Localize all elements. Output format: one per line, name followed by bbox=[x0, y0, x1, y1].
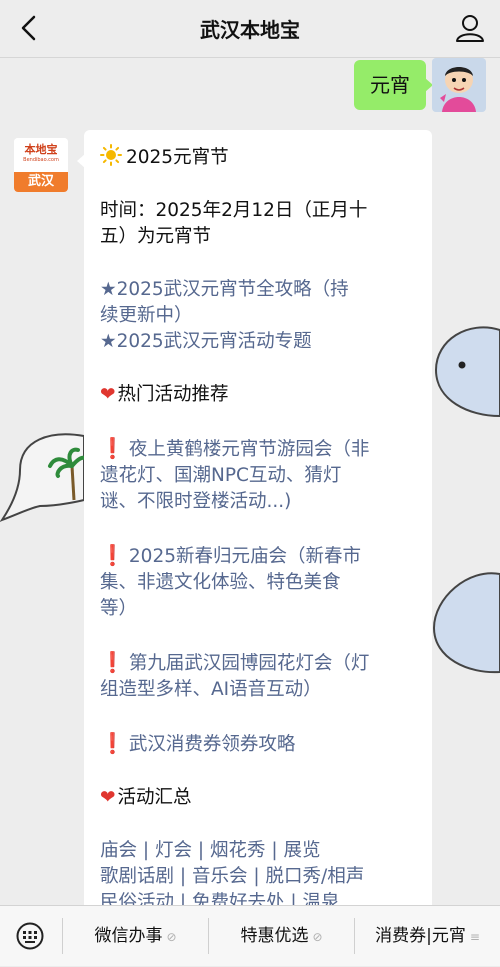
exclamation-icon: ❗ bbox=[100, 731, 125, 755]
event2-link-line1[interactable]: ❗ 2025新春归元庙会（新春市 bbox=[100, 542, 432, 570]
event1-text-1: 夜上黄鹤楼元宵节游园会（非 bbox=[128, 439, 370, 460]
link-icon: ⊘ bbox=[166, 930, 177, 944]
voucher-guide-link[interactable]: ❗ 武汉消费券领券攻略 bbox=[100, 730, 432, 758]
summary-links-line2[interactable]: 歌剧话剧 | 音乐会 | 脱口秀/相声 bbox=[100, 864, 432, 890]
ghost-right-bottom-illustration bbox=[432, 572, 500, 674]
outgoing-message-bubble[interactable]: 元宵 bbox=[354, 60, 433, 110]
logo-brand-text: 本地宝 bbox=[24, 143, 58, 156]
page-title: 武汉本地宝 bbox=[200, 18, 300, 42]
event3-link-line2[interactable]: 组造型多样、AI语音互动） bbox=[100, 677, 432, 703]
event1-link-line3[interactable]: 谜、不限时登楼活动...) bbox=[100, 489, 432, 515]
exclamation-icon: ❗ bbox=[100, 543, 125, 567]
heart-icon: ❤ bbox=[100, 384, 116, 405]
menu-item-label: 微信办事 bbox=[94, 926, 163, 946]
time-text-line2: 五）为元宵节 bbox=[100, 226, 212, 247]
user-avatar[interactable] bbox=[432, 58, 486, 112]
bottom-menu-bar: 微信办事 ⊘ 特惠优选 ⊘ 消费券|元宵 ≡ bbox=[0, 905, 500, 966]
menu-item-deals[interactable]: 特惠优选 ⊘ bbox=[209, 906, 354, 966]
time-text-line1: 时间：2025年2月12日（正月十 bbox=[100, 200, 368, 221]
event1-link-line2[interactable]: 遗花灯、国潮NPC互动、猜灯 bbox=[100, 463, 432, 489]
section-activity-summary-label: 活动汇总 bbox=[117, 787, 192, 808]
top-nav-bar: 武汉本地宝 bbox=[0, 0, 500, 58]
incoming-message-bubble[interactable]: 2025元宵节 时间：2025年2月12日（正月十 五）为元宵节 ★2025武汉… bbox=[77, 130, 432, 905]
activity-topic-link[interactable]: ★2025武汉元宵活动专题 bbox=[100, 329, 432, 355]
logo-city-text: 武汉 bbox=[27, 174, 54, 189]
guide-link-line2[interactable]: 续更新中） bbox=[100, 303, 432, 329]
island-palm-illustration bbox=[0, 433, 86, 522]
chat-area[interactable]: 元宵 本地宝 Bendibao.com 武汉 2025元宵节 时间：2025年2… bbox=[0, 58, 500, 905]
article-heading-line: 2025元宵节 bbox=[100, 144, 432, 171]
summary-links-line3[interactable]: 民俗活动 | 免费好去处 | 温泉 bbox=[100, 890, 432, 905]
exclamation-icon: ❗ bbox=[100, 436, 125, 460]
ghost-right-top-illustration bbox=[434, 326, 500, 418]
event2-text-1: 2025新春归元庙会（新春市 bbox=[128, 546, 361, 567]
voucher-guide-text: 武汉消费券领券攻略 bbox=[128, 734, 296, 755]
event3-link-line1[interactable]: ❗ 第九届武汉园博园花灯会（灯 bbox=[100, 649, 432, 677]
menu-item-label: 特惠优选 bbox=[240, 926, 309, 946]
section-hot-activities: ❤ 热门活动推荐 bbox=[100, 382, 432, 408]
menu-item-wechat-services[interactable]: 微信办事 ⊘ bbox=[63, 906, 208, 966]
summary-links-line1[interactable]: 庙会 | 灯会 | 烟花秀 | 展览 bbox=[100, 838, 432, 864]
event1-link-line1[interactable]: ❗ 夜上黄鹤楼元宵节游园会（非 bbox=[100, 435, 432, 463]
menu-item-label: 消费券|元宵 bbox=[375, 926, 466, 946]
menu-list-icon: ≡ bbox=[469, 930, 480, 944]
event3-text-1: 第九届武汉园博园花灯会（灯 bbox=[128, 653, 370, 674]
menu-item-vouchers[interactable]: 消费券|元宵 ≡ bbox=[355, 906, 500, 966]
article-heading: 2025元宵节 bbox=[126, 147, 229, 168]
exclamation-icon: ❗ bbox=[100, 650, 125, 674]
heart-icon: ❤ bbox=[100, 787, 116, 808]
user-profile-icon[interactable] bbox=[454, 12, 486, 44]
section-hot-activities-label: 热门活动推荐 bbox=[117, 384, 229, 405]
guide-link-line1[interactable]: ★2025武汉元宵节全攻略（持 bbox=[100, 277, 432, 303]
sun-icon bbox=[100, 144, 122, 166]
bendibao-avatar[interactable]: 本地宝 Bendibao.com 武汉 bbox=[14, 138, 68, 192]
keyboard-icon[interactable] bbox=[16, 922, 44, 950]
event2-link-line2[interactable]: 集、非遗文化体验、特色美食 bbox=[100, 570, 432, 596]
cartoon-character-avatar-image bbox=[432, 58, 486, 112]
logo-domain-text: Bendibao.com bbox=[23, 157, 59, 163]
event2-link-line3[interactable]: 等） bbox=[100, 596, 432, 622]
section-activity-summary: ❤ 活动汇总 bbox=[100, 785, 432, 811]
link-icon: ⊘ bbox=[312, 930, 323, 944]
